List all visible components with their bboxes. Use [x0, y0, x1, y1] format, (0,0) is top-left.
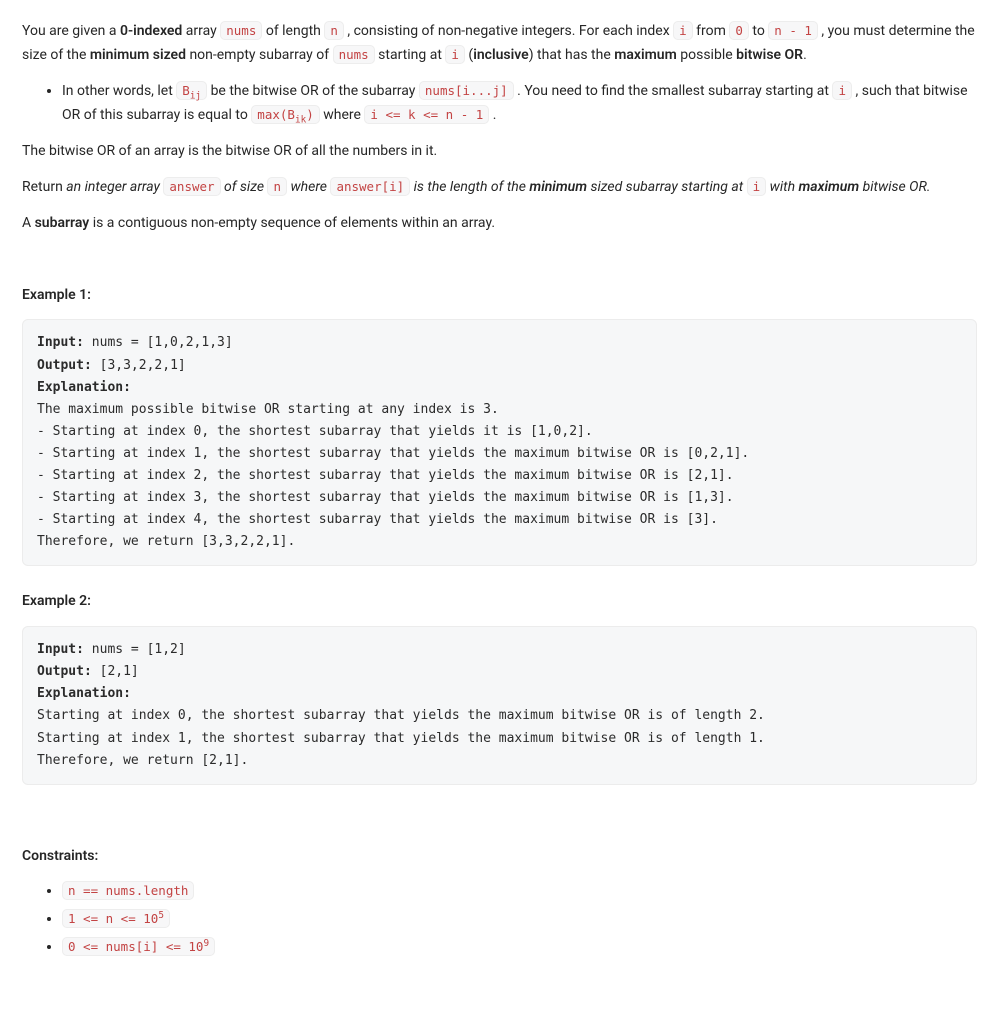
- italic: sized subarray starting at: [587, 179, 747, 195]
- italic: of size: [221, 179, 268, 195]
- label: Output:: [37, 664, 92, 679]
- bold: subarray: [35, 215, 90, 231]
- subscript: ik: [295, 115, 306, 126]
- code: nums: [220, 21, 262, 40]
- text: where: [320, 107, 365, 123]
- label: Output:: [37, 358, 92, 373]
- text: Return: [22, 179, 66, 195]
- text: .: [803, 47, 807, 63]
- bold: 0-indexed: [120, 23, 182, 39]
- italic: with: [766, 179, 798, 195]
- code-text: B: [182, 83, 190, 98]
- example-2-heading: Example 2:: [22, 590, 977, 614]
- code: 1 <= n <= 105: [62, 909, 170, 928]
- text: possible: [677, 47, 736, 63]
- code: max(Bik): [251, 105, 319, 124]
- text: array: [182, 23, 220, 39]
- example-1-code: Input: nums = [1,0,2,1,3] Output: [3,3,2…: [22, 319, 977, 566]
- text: is a contiguous non-empty sequence of el…: [89, 215, 495, 231]
- text: .: [489, 107, 496, 123]
- code: answer: [163, 177, 220, 196]
- code: i: [747, 177, 767, 196]
- italic: an integer array: [66, 179, 163, 195]
- code-text: ): [306, 107, 314, 122]
- code: 0 <= nums[i] <= 109: [62, 937, 215, 956]
- bold: maximum: [614, 47, 677, 63]
- constraint-item: 0 <= nums[i] <= 109: [62, 936, 977, 960]
- bold-italic: minimum: [529, 179, 587, 195]
- text: In other words, let: [62, 83, 176, 99]
- label: Explanation:: [37, 686, 131, 701]
- label: Explanation:: [37, 380, 131, 395]
- superscript: 9: [203, 938, 209, 949]
- text: , consisting of non-negative integers. F…: [344, 23, 673, 39]
- italic: is the length of the: [410, 179, 529, 195]
- paragraph-return: Return an integer array answer of size n…: [22, 176, 977, 200]
- italic: bitwise OR.: [859, 179, 930, 195]
- italic: where: [287, 179, 330, 195]
- subscript: ij: [190, 90, 201, 101]
- superscript: 5: [158, 910, 164, 921]
- code: i <= k <= n - 1: [364, 105, 489, 124]
- text: . You need to find the smallest subarray…: [514, 83, 833, 99]
- label: Input:: [37, 335, 84, 350]
- code: n == nums.length: [62, 881, 194, 900]
- text: of length: [262, 23, 324, 39]
- constraint-item: 1 <= n <= 105: [62, 908, 977, 932]
- example-1-heading: Example 1:: [22, 284, 977, 308]
- code: i: [673, 21, 693, 40]
- code: nums: [333, 45, 375, 64]
- text: A: [22, 215, 35, 231]
- example-2-code: Input: nums = [1,2] Output: [2,1] Explan…: [22, 626, 977, 785]
- constraints-heading: Constraints:: [22, 845, 977, 869]
- code: 0: [729, 21, 749, 40]
- code-text: 0 <= nums[i] <= 10: [68, 939, 203, 954]
- code: i: [832, 81, 852, 100]
- text: ) that has the: [529, 47, 615, 63]
- text: You are given a: [22, 23, 120, 39]
- text: non-empty subarray of: [186, 47, 333, 63]
- heading-text: Example 1:: [22, 287, 91, 303]
- definition-list: In other words, let Bij be the bitwise O…: [22, 80, 977, 129]
- bold: bitwise OR: [736, 47, 803, 63]
- bold: inclusive: [473, 47, 529, 63]
- code-text: max(B: [257, 107, 295, 122]
- text: (: [465, 47, 473, 63]
- bold-italic: maximum: [799, 179, 860, 195]
- bold: minimum sized: [90, 47, 186, 63]
- code-text: 1 <= n <= 10: [68, 911, 158, 926]
- code: answer[i]: [330, 177, 410, 196]
- paragraph-subarray-def: A subarray is a contiguous non-empty seq…: [22, 212, 977, 236]
- text: to: [749, 23, 768, 39]
- intro-paragraph: You are given a 0-indexed array nums of …: [22, 20, 977, 68]
- text: from: [693, 23, 730, 39]
- code: n: [267, 177, 287, 196]
- paragraph-bitwise-or-def: The bitwise OR of an array is the bitwis…: [22, 140, 977, 164]
- label: Input:: [37, 642, 84, 657]
- code: nums[i...j]: [419, 81, 514, 100]
- text: be the bitwise OR of the subarray: [207, 83, 419, 99]
- definition-item: In other words, let Bij be the bitwise O…: [62, 80, 977, 129]
- heading-text: Example 2:: [22, 593, 91, 609]
- code: n - 1: [768, 21, 818, 40]
- heading-text: Constraints:: [22, 848, 98, 864]
- code: n: [324, 21, 344, 40]
- code: Bij: [176, 81, 207, 100]
- text: starting at: [375, 47, 446, 63]
- constraints-list: n == nums.length 1 <= n <= 105 0 <= nums…: [22, 880, 977, 960]
- code: i: [445, 45, 465, 64]
- constraint-item: n == nums.length: [62, 880, 977, 904]
